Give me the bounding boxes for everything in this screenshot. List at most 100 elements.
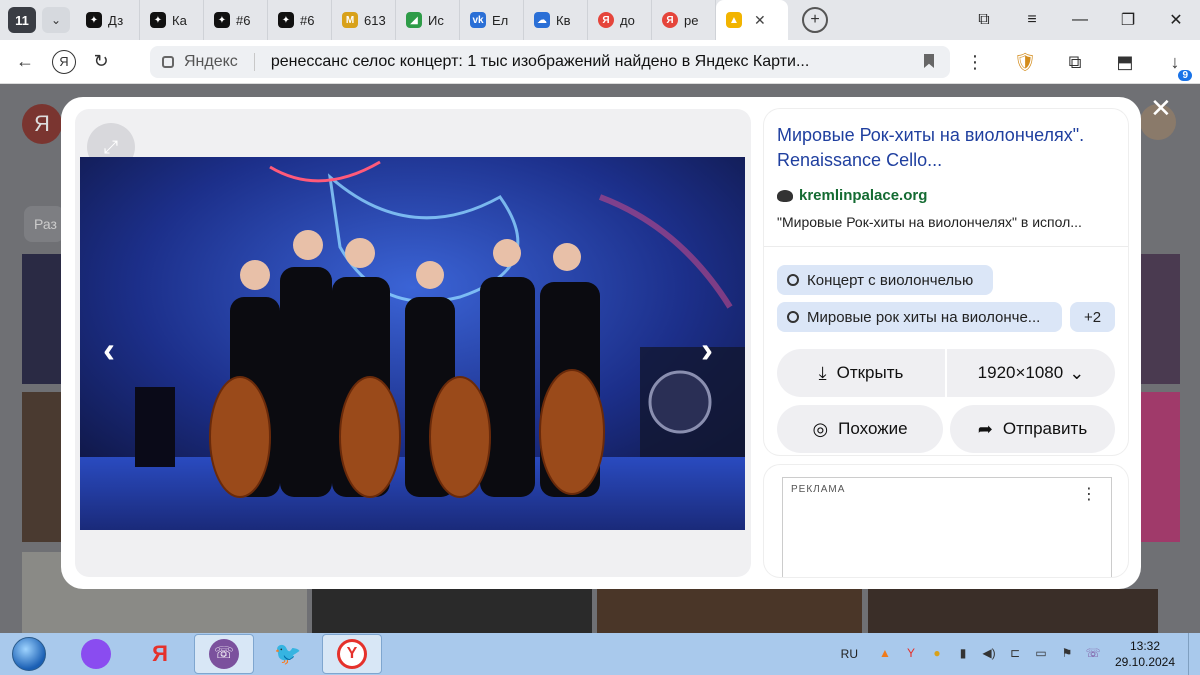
close-tab-icon[interactable]: ✕ xyxy=(754,12,766,29)
tab-counter[interactable]: 11 xyxy=(8,7,36,33)
search-icon xyxy=(787,311,799,323)
yandex-app-icon[interactable]: Я xyxy=(130,634,190,674)
tab-title: Дз xyxy=(108,12,124,28)
network-icon[interactable]: ▮ xyxy=(954,646,972,662)
browser-tab[interactable]: ◢ Ис xyxy=(396,0,460,40)
related-search-tag[interactable]: Концерт с виолончелью xyxy=(777,265,993,295)
yandex-browser-icon[interactable]: Y xyxy=(322,634,382,674)
alice-app-icon[interactable] xyxy=(66,634,126,674)
image-viewer: ⤢ ‹ › xyxy=(75,109,751,577)
tab-title: 613 xyxy=(364,12,386,28)
filter-chip: Раз xyxy=(24,206,64,242)
url-text[interactable]: ренессанс селос концерт: 1 тыс изображен… xyxy=(271,53,871,71)
result-thumbnail xyxy=(1140,392,1180,542)
flag-icon[interactable]: ⚑ xyxy=(1058,646,1076,662)
bookmark-icon[interactable] xyxy=(924,54,934,68)
browser-tab[interactable]: ☁ Кв xyxy=(524,0,588,40)
open-label: Открыть xyxy=(836,363,904,382)
url-field[interactable]: Яндекс ренессанс селос концерт: 1 тыс из… xyxy=(150,46,950,78)
extensions-icon[interactable]: ⧉ xyxy=(1050,52,1100,73)
browser-tab[interactable]: ✦ Ка xyxy=(140,0,204,40)
new-tab-icon[interactable]: + xyxy=(802,7,828,33)
close-window-icon[interactable]: ✕ xyxy=(1152,10,1200,30)
browser-tab[interactable]: M 613 xyxy=(332,0,396,40)
clock[interactable]: 13:32 29.10.2024 xyxy=(1110,638,1180,670)
avast-icon[interactable]: ▲ xyxy=(876,646,894,662)
source-domain: kremlinpalace.org xyxy=(799,187,928,204)
viber-tray-icon[interactable]: ☏ xyxy=(1084,646,1102,662)
preview-image[interactable] xyxy=(80,157,745,530)
tag-label: Концерт с виолончелью xyxy=(807,271,974,289)
windows-logo-icon xyxy=(12,637,46,671)
protect-icon[interactable]: 🛡 xyxy=(1000,52,1050,73)
similar-button[interactable]: ◎ Похожие xyxy=(777,405,943,453)
size-select[interactable]: 1920×1080 ⌄ xyxy=(947,349,1115,397)
reload-icon[interactable]: ↻ xyxy=(84,51,118,72)
search-icon xyxy=(787,274,799,286)
downloads-icon[interactable]: ↓ 9 xyxy=(1150,52,1200,81)
browser-tab-active[interactable]: ▲ ✕ xyxy=(716,0,788,40)
system-tray: RU ▲ Y ● ▮ ◀) ⊏ ▭ ⚑ ☏ 13:32 29.10.2024 xyxy=(841,633,1200,675)
viber-app-icon[interactable]: ☏ xyxy=(194,634,254,674)
image-tab-icon: ▲ xyxy=(726,12,742,28)
share-icon: ➦ xyxy=(977,418,993,439)
language-indicator[interactable]: RU xyxy=(841,647,858,661)
image-preview-modal: ⤢ ‹ › Мировые Рок-хиты на виолончелях". … xyxy=(61,97,1141,589)
camera-search-icon: ◎ xyxy=(812,418,829,439)
tag-label: Мировые рок хиты на виолонче... xyxy=(807,308,1041,326)
related-search-tag[interactable]: Мировые рок хиты на виолонче... xyxy=(777,302,1062,332)
close-modal-icon[interactable]: ✕ xyxy=(1150,93,1172,124)
yandex-tray-icon[interactable]: Y xyxy=(902,646,920,662)
extension-icon[interactable]: ⬒ xyxy=(1100,52,1150,73)
tabs-menu-icon[interactable]: ⌄ xyxy=(42,7,70,33)
more-icon[interactable]: ⋮ xyxy=(950,52,1000,73)
share-label: Отправить xyxy=(1002,419,1088,438)
result-thumbnail xyxy=(22,254,64,384)
next-image-icon[interactable]: › xyxy=(701,329,713,371)
browser-tab[interactable]: ✦ #6 xyxy=(204,0,268,40)
tab-favicon-icon: ✦ xyxy=(150,12,166,28)
show-desktop-button[interactable] xyxy=(1188,633,1200,675)
ad-frame: РЕКЛАМА ⋮ xyxy=(782,477,1112,577)
chevron-down-icon: ⌄ xyxy=(1069,362,1085,383)
browser-tab[interactable]: Ядо xyxy=(588,0,652,40)
lock-icon xyxy=(162,56,174,68)
tab-title: Ка xyxy=(172,12,187,28)
tab-groups-icon[interactable]: ⧉ xyxy=(960,11,1008,29)
prev-image-icon[interactable]: ‹ xyxy=(103,329,115,371)
size-label: 1920×1080 xyxy=(977,363,1064,382)
back-icon[interactable]: ← xyxy=(8,51,42,72)
tab-title: Кв xyxy=(556,12,571,28)
start-button[interactable] xyxy=(6,634,52,674)
browser-tab[interactable]: ✦ #6 xyxy=(268,0,332,40)
yandex-home-icon[interactable]: Я xyxy=(52,49,76,74)
share-button[interactable]: ➦ Отправить xyxy=(950,405,1115,453)
display-icon[interactable]: ▭ xyxy=(1032,646,1050,662)
more-tags-button[interactable]: +2 xyxy=(1070,302,1115,332)
minimize-icon[interactable]: — xyxy=(1056,11,1104,29)
menu-icon[interactable]: ≡ xyxy=(1008,11,1056,29)
restore-icon[interactable]: ❐ xyxy=(1104,10,1152,30)
result-thumbnail xyxy=(868,589,1158,633)
result-thumbnail xyxy=(22,392,64,542)
taskbar: Я ☏ 🐦 Y RU ▲ Y ● ▮ ◀) ⊏ ▭ ⚑ ☏ 13:32 29.1… xyxy=(0,633,1200,675)
yandex-logo: Я xyxy=(22,104,62,144)
browser-tab[interactable]: Яре xyxy=(652,0,716,40)
similar-label: Похожие xyxy=(838,419,908,438)
toolbar-right: ⋮ 🛡 ⧉ ⬒ ↓ 9 xyxy=(950,40,1200,84)
browser-tab[interactable]: ✦ Дз xyxy=(76,0,140,40)
mail-icon: M xyxy=(342,12,358,28)
open-button[interactable]: ⤓ Открыть xyxy=(777,349,945,397)
source-link[interactable]: kremlinpalace.org xyxy=(777,187,927,204)
ad-block: РЕКЛАМА ⋮ xyxy=(764,465,1128,577)
volume-icon[interactable]: ◀) xyxy=(980,646,998,662)
bird-app-icon[interactable]: 🐦 xyxy=(258,634,318,674)
image-title-link[interactable]: Мировые Рок-хиты на виолончелях". Renais… xyxy=(777,123,1117,173)
image-description: "Мировые Рок-хиты на виолончелях" в испо… xyxy=(777,214,1082,230)
usb-icon[interactable]: ⊏ xyxy=(1006,646,1024,662)
tab-favicon-icon: ✦ xyxy=(86,12,102,28)
browser-tab[interactable]: vk Ел xyxy=(460,0,524,40)
ad-menu-icon[interactable]: ⋮ xyxy=(1081,484,1097,504)
tab-favicon-icon: ✦ xyxy=(278,12,294,28)
tray-app-icon[interactable]: ● xyxy=(928,646,946,662)
